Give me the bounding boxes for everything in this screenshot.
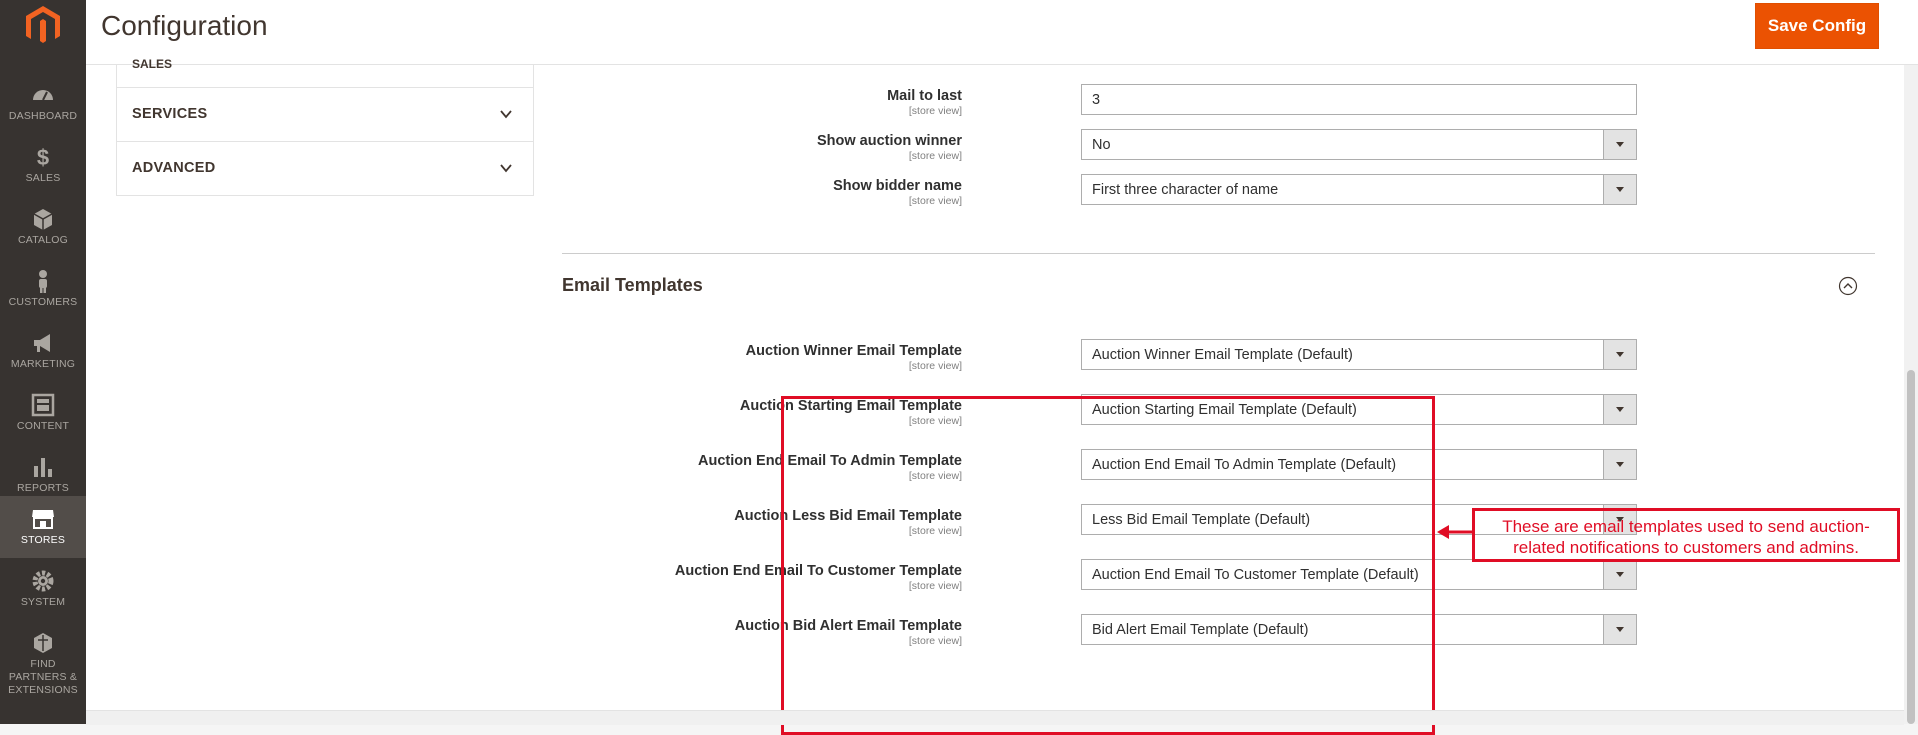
dropdown-arrow-icon[interactable]: [1603, 615, 1636, 644]
annotation-text: These are email templates used to send a…: [1502, 517, 1870, 557]
annotation-highlight-box: [781, 396, 1435, 735]
nav-label: STORES: [20, 534, 66, 546]
megaphone-icon: [34, 334, 50, 352]
dropdown-arrow-icon[interactable]: [1603, 560, 1636, 589]
tab-label: SERVICES: [132, 106, 208, 122]
dropdown-arrow-icon[interactable]: [1603, 340, 1636, 369]
tab-advanced[interactable]: ADVANCED: [117, 141, 533, 196]
dropdown-arrow-icon[interactable]: [1603, 450, 1636, 479]
field-row-show-bidder-name: Show bidder name [store view] First thre…: [562, 172, 1642, 216]
layout-icon: [31, 393, 55, 417]
footer-strip: [86, 710, 1904, 725]
tab-sales[interactable]: SALES: [132, 57, 172, 71]
nav-item-customers[interactable]: CUSTOMERS: [0, 258, 86, 320]
field-label: Show auction winner [store view]: [816, 133, 962, 162]
nav-item-sales[interactable]: $ SALES: [0, 134, 86, 196]
mail-to-last-input[interactable]: 3: [1081, 84, 1637, 115]
storefront-icon: [32, 510, 54, 529]
nav-item-marketing[interactable]: MARKETING: [0, 320, 86, 382]
nav-label: MARKETING: [10, 358, 76, 370]
nav-item-stores[interactable]: STORES: [0, 496, 86, 558]
field-label: Show bidder name [store view]: [833, 178, 962, 207]
person-icon: [39, 270, 47, 293]
dropdown-arrow-icon[interactable]: [1603, 175, 1636, 204]
gear-icon: [32, 570, 54, 592]
dollar-icon: $: [37, 145, 49, 170]
config-tabs: SALES SERVICES ADVANCED: [116, 57, 534, 196]
email-templates-section-title[interactable]: Email Templates: [562, 275, 703, 296]
page-title: Configuration: [101, 10, 268, 41]
section-divider: [562, 253, 1875, 254]
page-scrollbar[interactable]: [1904, 65, 1918, 724]
annotation-arrow-icon: [1437, 525, 1475, 539]
bar-chart-icon: [34, 458, 52, 477]
config-content: SALES SERVICES ADVANCED Mail to last [st…: [86, 57, 1904, 735]
annotation-callout: These are email templates used to send a…: [1472, 508, 1900, 562]
auction-winner-template-select[interactable]: Auction Winner Email Template (Default): [1081, 339, 1637, 370]
nav-label: CUSTOMERS: [8, 296, 78, 308]
show-auction-winner-select[interactable]: No: [1081, 129, 1637, 160]
tab-label: ADVANCED: [132, 160, 216, 176]
dropdown-arrow-icon[interactable]: [1603, 395, 1636, 424]
dashboard-icon: [33, 90, 53, 101]
show-bidder-name-select[interactable]: First three character of name: [1081, 174, 1637, 205]
nav-item-catalog[interactable]: CATALOG: [0, 196, 86, 258]
nav-label: CONTENT: [16, 420, 70, 432]
tab-services[interactable]: SERVICES: [117, 87, 533, 142]
nav-label: SYSTEM: [20, 596, 66, 608]
chevron-down-icon: [500, 164, 512, 173]
nav-label: CATALOG: [17, 234, 69, 246]
nav-label: REPORTS: [17, 482, 69, 494]
scrollbar-thumb[interactable]: [1907, 370, 1915, 724]
nav-item-find-partners[interactable]: FIND PARTNERS & EXTENSIONS: [0, 620, 86, 696]
nav-label: FIND PARTNERS & EXTENSIONS: [8, 658, 78, 696]
field-label: Mail to last [store view]: [887, 88, 962, 117]
box-icon: [33, 209, 53, 230]
svg-text:$: $: [37, 145, 49, 170]
nav-label: SALES: [25, 172, 61, 184]
dropdown-arrow-icon[interactable]: [1603, 130, 1636, 159]
nav-label: DASHBOARD: [8, 110, 78, 122]
field-row-show-auction-winner: Show auction winner [store view] No: [562, 127, 1642, 171]
blocks-icon: [34, 633, 52, 653]
field-row-mail-to-last: Mail to last [store view] 3: [562, 82, 1642, 126]
field-row-auction-winner-template: Auction Winner Email Template [store vie…: [562, 337, 1642, 381]
save-config-button[interactable]: Save Config: [1755, 3, 1879, 49]
collapse-section-icon[interactable]: [1838, 276, 1858, 296]
admin-sidebar: DASHBOARD $ SALES CATALOG CUSTOMERS MARK…: [0, 0, 86, 724]
magento-logo-icon[interactable]: [22, 4, 64, 46]
nav-item-dashboard[interactable]: DASHBOARD: [0, 72, 86, 134]
nav-item-content[interactable]: CONTENT: [0, 382, 86, 444]
nav-item-system[interactable]: SYSTEM: [0, 558, 86, 620]
page-header: Configuration Save Config: [86, 0, 1918, 65]
field-label: Auction Winner Email Template [store vie…: [745, 343, 962, 372]
chevron-down-icon: [500, 110, 512, 119]
